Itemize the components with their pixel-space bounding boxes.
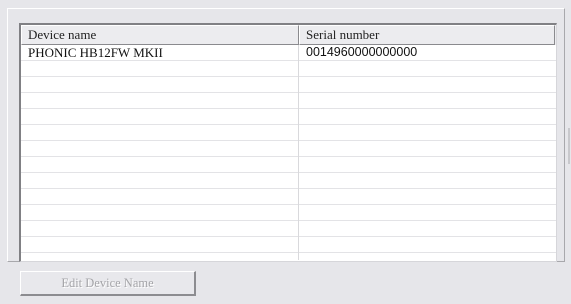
device-list-rows: PHONIC HB12FW MKII 0014960000000000: [21, 45, 556, 260]
serial-number-cell: 0014960000000000: [306, 45, 418, 59]
window-edge-mark: [568, 128, 570, 164]
edit-device-name-button[interactable]: Edit Device Name: [20, 271, 196, 296]
column-header-device-name[interactable]: Device name: [21, 25, 299, 45]
device-list-header: Device name Serial number: [21, 25, 556, 45]
column-header-serial-number[interactable]: Serial number: [299, 25, 555, 45]
device-list[interactable]: Device name Serial number PHONIC HB12FW …: [19, 23, 557, 262]
device-name-cell: PHONIC HB12FW MKII: [28, 45, 163, 60]
device-row[interactable]: PHONIC HB12FW MKII 0014960000000000: [21, 45, 556, 61]
